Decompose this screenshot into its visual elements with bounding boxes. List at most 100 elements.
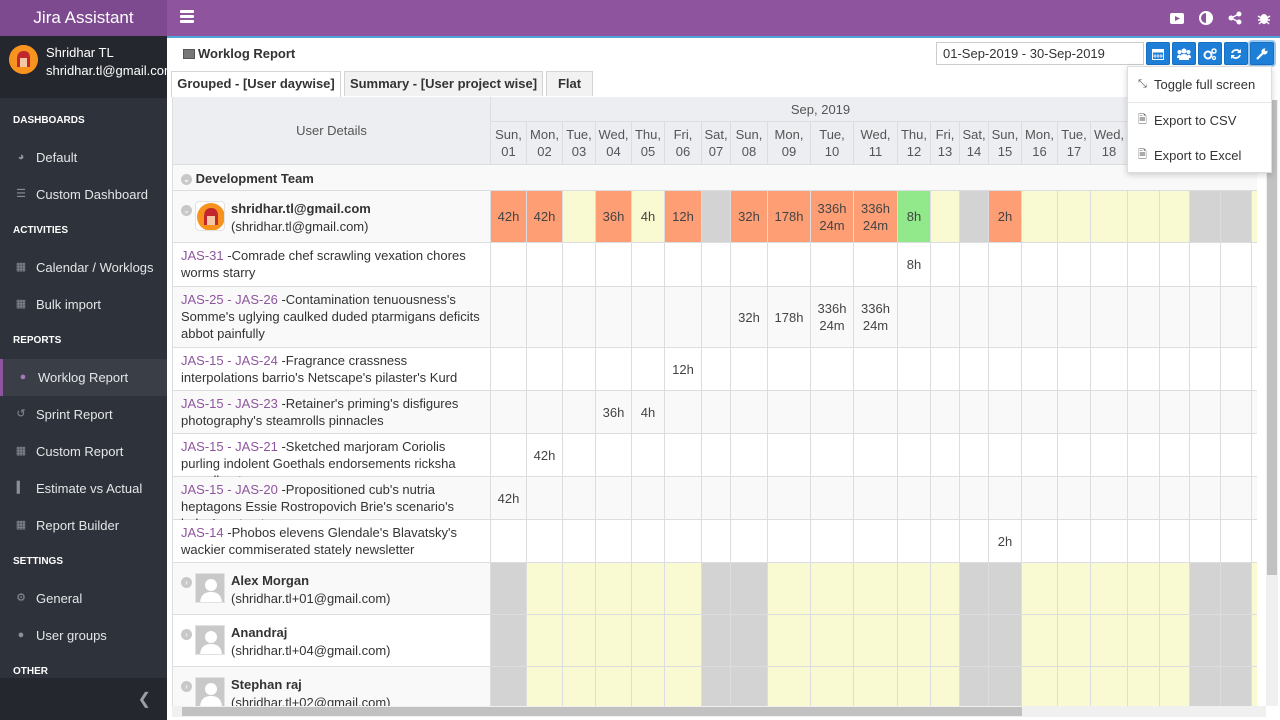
tab-flat[interactable]: Flat: [546, 71, 593, 96]
table-icon: ▦: [15, 445, 27, 457]
ticket-day-value: [931, 434, 960, 477]
sidebar-section-reports: REPORTS: [13, 335, 62, 346]
ticket-day-value: [527, 520, 563, 563]
ticket-day-value: 32h: [731, 287, 768, 348]
settings-button[interactable]: [1198, 42, 1222, 65]
youtube-icon[interactable]: [1168, 10, 1185, 27]
ticket-link[interactable]: JAS-31: [181, 248, 224, 263]
day-number: 12: [906, 144, 922, 159]
ticket-day-value: [1252, 287, 1257, 348]
user-day-total: [1160, 563, 1190, 615]
user-day-total: [989, 667, 1022, 707]
ticket-link[interactable]: JAS-15 - JAS-23: [181, 396, 278, 411]
day-of-week: Thu,: [900, 127, 927, 142]
contrast-icon[interactable]: [1197, 10, 1214, 27]
ticket-day-value: [491, 287, 527, 348]
date-range-input[interactable]: [936, 42, 1144, 65]
group-row[interactable]: ⌄ Development Team: [173, 165, 1257, 191]
ticket-link[interactable]: JAS-15 - JAS-20: [181, 482, 278, 497]
chevron-left-icon[interactable]: ❮: [138, 689, 151, 709]
ticket-link[interactable]: JAS-14: [181, 525, 224, 540]
user-day-total: [1058, 667, 1091, 707]
menu-label: Export to CSV: [1154, 113, 1237, 128]
day-of-week: Mon,: [1025, 127, 1054, 142]
gear-icon: ⚙: [16, 592, 26, 604]
ticket-day-value: [1160, 243, 1190, 287]
collapse-icon[interactable]: ⌄: [181, 205, 192, 216]
sidebar-item-report-builder[interactable]: ▦ Report Builder: [0, 507, 167, 544]
ticket-day-value: [898, 520, 931, 563]
ticket-row: JAS-14 -Phobos elevens Glendale's Blavat…: [173, 520, 491, 563]
ticket-day-value: [563, 520, 596, 563]
ticket-link[interactable]: JAS-15 - JAS-24: [181, 353, 278, 368]
ticket-day-value: [960, 391, 989, 434]
tools-button[interactable]: [1250, 42, 1274, 65]
ticket-day-value: 336h 24m: [854, 287, 898, 348]
bug-icon[interactable]: [1255, 10, 1272, 27]
user-day-total: [527, 615, 563, 667]
tab-grouped[interactable]: Grouped - [User daywise]: [171, 71, 341, 97]
user-day-total: [1252, 615, 1257, 667]
ticket-day-value: [1022, 520, 1058, 563]
day-header: Tue, 17: [1058, 122, 1091, 165]
ticket-day-value: [854, 391, 898, 434]
sidebar-item-custom-dashboard[interactable]: ☰ Custom Dashboard: [0, 176, 167, 213]
ticket-day-value: [731, 477, 768, 520]
ticket-day-value: [702, 348, 731, 391]
menu-item-export-excel[interactable]: 🗎 Export to Excel: [1128, 139, 1271, 172]
day-header: Thu, 05: [632, 122, 665, 165]
sidebar-item-custom-report[interactable]: ▦ Custom Report: [0, 433, 167, 470]
horizontal-scrollbar[interactable]: [172, 706, 1266, 717]
refresh-button[interactable]: [1224, 42, 1248, 65]
user-day-total: 336h 24m: [811, 191, 854, 243]
ticket-day-value: [1190, 287, 1221, 348]
user-details-header: User Details: [173, 97, 491, 165]
dashboard-icon: ◕: [17, 151, 25, 163]
day-header: Wed, 04: [596, 122, 632, 165]
day-number: 07: [708, 144, 724, 159]
sidebar-item-sprint-report[interactable]: ↺ Sprint Report: [0, 396, 167, 433]
day-number: 06: [675, 144, 691, 159]
ticket-day-value: [563, 477, 596, 520]
sidebar-item-worklog-report[interactable]: ● Worklog Report: [0, 359, 167, 396]
ticket-day-value: [854, 434, 898, 477]
menu-toggle-icon[interactable]: [180, 10, 194, 24]
menu-item-export-csv[interactable]: 🗎 Export to CSV: [1128, 104, 1271, 137]
ticket-link[interactable]: JAS-25 - JAS-26: [181, 292, 278, 307]
expand-icon[interactable]: ›: [181, 629, 192, 640]
calendar-button[interactable]: [1146, 42, 1170, 65]
user-day-total: [665, 667, 702, 707]
sidebar-item-user-groups[interactable]: ● User groups: [0, 617, 167, 654]
user-avatar: [195, 625, 225, 655]
sidebar-item-calendar-worklogs[interactable]: ▦ Calendar / Worklogs: [0, 249, 167, 286]
ticket-day-value: [989, 477, 1022, 520]
users-button[interactable]: [1172, 42, 1196, 65]
sidebar-item-estimate-vs-actual[interactable]: ▍ Estimate vs Actual: [0, 470, 167, 507]
sidebar-item-bulk-import[interactable]: ▦ Bulk import: [0, 286, 167, 323]
ticket-day-value: 12h: [665, 348, 702, 391]
menu-item-toggle-full-screen[interactable]: ⤡ Toggle full screen: [1128, 68, 1271, 101]
tab-summary[interactable]: Summary - [User project wise]: [344, 71, 543, 96]
collapse-icon[interactable]: ⌄: [181, 174, 192, 186]
sidebar-item-label: Worklog Report: [38, 370, 129, 385]
ticket-day-value: [665, 287, 702, 348]
profile-name: Shridhar TL: [46, 45, 114, 60]
user-name: Anandraj: [231, 625, 288, 640]
panel-header: Worklog Report: [171, 38, 1276, 70]
user-day-total: [491, 667, 527, 707]
sidebar-item-default[interactable]: ◕ Default: [0, 139, 167, 176]
day-of-week: Wed,: [598, 127, 629, 142]
ticket-link[interactable]: JAS-15 - JAS-21: [181, 439, 278, 454]
expand-icon[interactable]: ›: [181, 577, 192, 588]
sidebar-item-general[interactable]: ⚙ General: [0, 580, 167, 617]
day-number: 08: [741, 144, 757, 159]
ticket-day-value: [1128, 391, 1160, 434]
expand-icon[interactable]: ›: [181, 681, 192, 692]
share-icon[interactable]: [1226, 10, 1243, 27]
avatar: [9, 45, 38, 74]
day-of-week: Sun,: [495, 127, 522, 142]
ticket-day-value: 336h 24m: [811, 287, 854, 348]
user-day-total: [960, 615, 989, 667]
profile-email: shridhar.tl@gmail.com: [46, 63, 175, 78]
vertical-scrollbar[interactable]: [1266, 100, 1278, 706]
